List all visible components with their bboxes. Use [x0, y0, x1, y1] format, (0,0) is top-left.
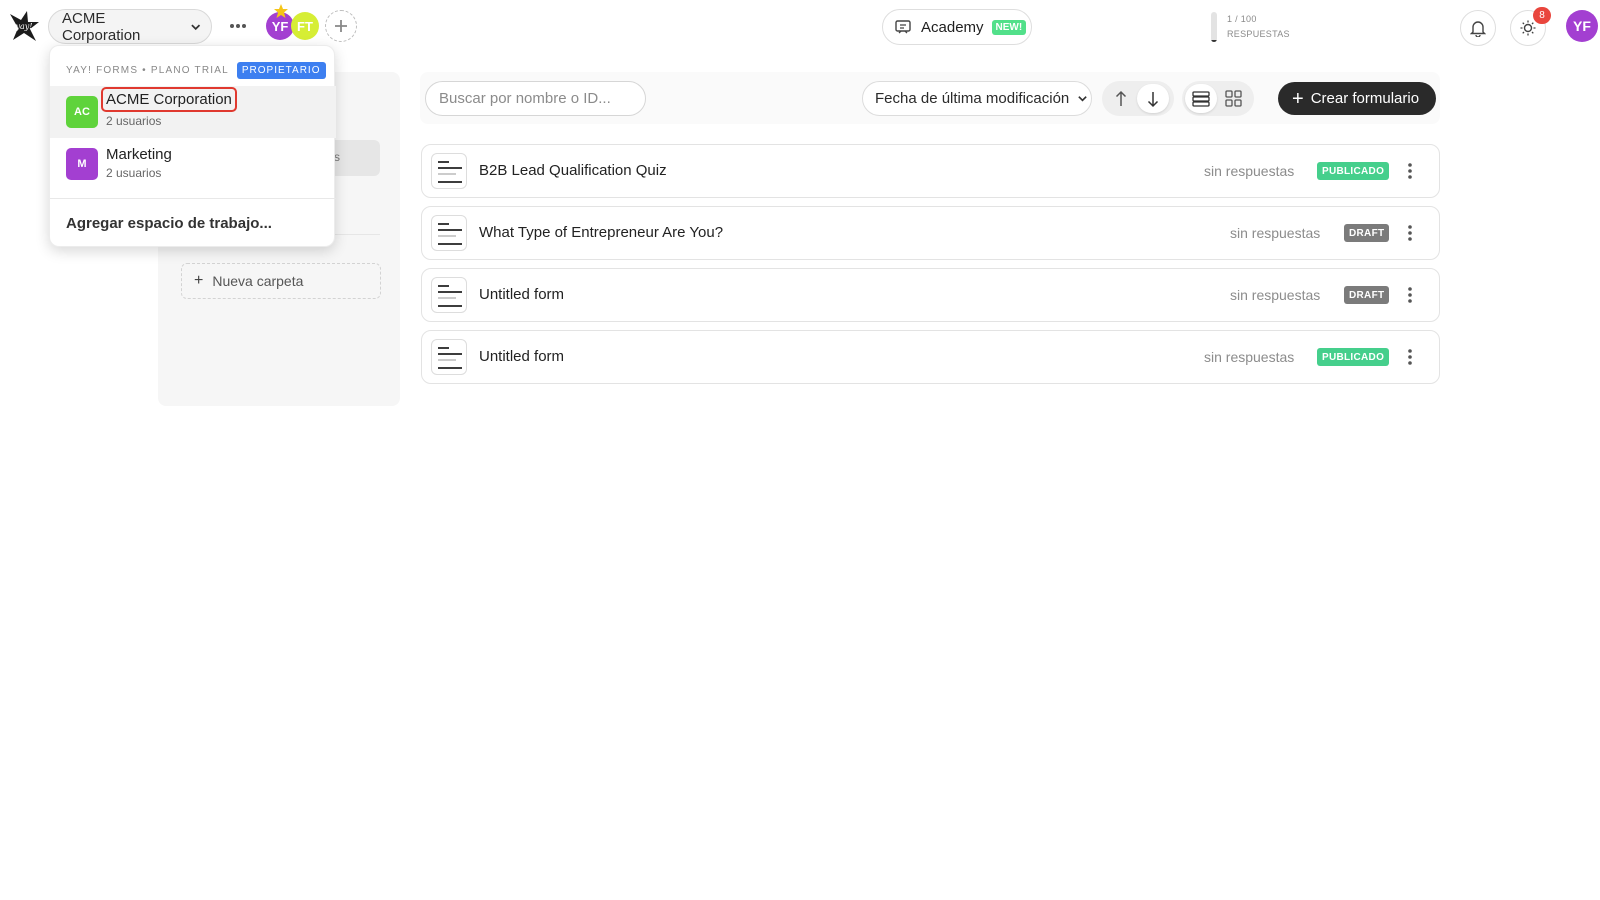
- sort-select[interactable]: Fecha de última modificación: [862, 81, 1092, 116]
- responses-progress-fill: [1211, 40, 1217, 42]
- workspace-name: ACME Corporation: [101, 87, 237, 112]
- invite-member-button[interactable]: [325, 10, 357, 42]
- form-title[interactable]: What Type of Entrepreneur Are You?: [479, 224, 723, 241]
- more-dots-icon: [230, 24, 246, 28]
- form-responses: sin respuestas: [1230, 287, 1321, 303]
- kebab-menu-icon: [1408, 225, 1412, 241]
- notifications-button[interactable]: [1460, 10, 1496, 46]
- add-workspace-button[interactable]: Agregar espacio de trabajo...: [66, 215, 272, 232]
- new-folder-label: Nueva carpeta: [212, 273, 304, 289]
- svg-text:yay!: yay!: [14, 22, 32, 31]
- form-row[interactable]: What Type of Entrepreneur Are You? sin r…: [421, 206, 1440, 260]
- form-responses: sin respuestas: [1204, 163, 1295, 179]
- chevron-down-icon: [1078, 96, 1088, 102]
- kebab-menu-icon: [1408, 163, 1412, 179]
- arrow-down-icon: [1147, 91, 1159, 107]
- bell-icon: [1470, 21, 1486, 37]
- workspace-name: Marketing: [106, 146, 172, 163]
- list-view-icon: [1192, 90, 1210, 107]
- workspace-users: 2 usuarios: [106, 166, 162, 180]
- form-title[interactable]: Untitled form: [479, 348, 564, 365]
- form-title[interactable]: B2B Lead Qualification Quiz: [479, 162, 667, 179]
- form-menu-button[interactable]: [1400, 346, 1420, 368]
- responses-progress-bar: [1211, 12, 1217, 42]
- dropdown-header: YAY! FORMS • PLANO TRIAL PROPIETARIO: [66, 62, 326, 79]
- form-row[interactable]: B2B Lead Qualification Quiz sin respuest…: [421, 144, 1440, 198]
- sort-order-toggle: [1102, 81, 1174, 116]
- create-form-label: Crear formulario: [1310, 90, 1420, 107]
- user-avatar[interactable]: YF: [1566, 10, 1598, 42]
- new-badge: NEW!: [991, 19, 1027, 35]
- chevron-down-icon: [190, 23, 200, 30]
- responses-count: 1 / 100: [1227, 14, 1257, 24]
- form-document-icon: [431, 215, 467, 251]
- form-document-icon: [431, 153, 467, 189]
- responses-counter: 1 / 100 RESPUESTAS: [1211, 12, 1290, 42]
- grid-view-button[interactable]: [1217, 84, 1249, 113]
- form-responses: sin respuestas: [1230, 225, 1321, 241]
- plus-icon: [335, 20, 347, 32]
- workspace-badge: AC: [66, 96, 98, 128]
- create-form-button[interactable]: + Crear formulario: [1278, 82, 1436, 115]
- workspace-dropdown: YAY! FORMS • PLANO TRIAL PROPIETARIO AC …: [49, 45, 336, 247]
- form-title[interactable]: Untitled form: [479, 286, 564, 303]
- form-menu-button[interactable]: [1400, 160, 1420, 182]
- workspace-badge: M: [66, 148, 98, 180]
- academy-button[interactable]: Academy NEW!: [882, 9, 1032, 45]
- status-badge: DRAFT: [1344, 224, 1390, 242]
- status-badge: PUBLICADO: [1317, 162, 1390, 180]
- form-menu-button[interactable]: [1400, 222, 1420, 244]
- form-row[interactable]: Untitled form sin respuestas PUBLICADO: [421, 330, 1440, 384]
- form-row[interactable]: Untitled form sin respuestas DRAFT: [421, 268, 1440, 322]
- kebab-menu-icon: [1408, 349, 1412, 365]
- workspace-item-marketing[interactable]: M Marketing 2 usuarios: [50, 138, 336, 190]
- workspace-item-acme[interactable]: AC ACME Corporation 2 usuarios: [50, 86, 336, 138]
- owner-star-icon: [274, 4, 288, 18]
- workspace-switcher-label: ACME Corporation: [62, 9, 141, 44]
- list-view-button[interactable]: [1185, 84, 1217, 113]
- yayforms-logo-icon[interactable]: yay!: [6, 8, 42, 44]
- workspace-users: 2 usuarios: [106, 114, 162, 128]
- kebab-menu-icon: [1408, 287, 1412, 303]
- plus-icon: +: [1292, 87, 1304, 110]
- role-badge: PROPIETARIO: [236, 62, 326, 79]
- sort-ascending-button[interactable]: [1105, 84, 1137, 113]
- workspace-switcher[interactable]: ACME Corporation: [48, 9, 212, 44]
- status-badge: DRAFT: [1344, 286, 1390, 304]
- view-mode-toggle: [1182, 81, 1254, 116]
- more-options-button[interactable]: [226, 14, 250, 38]
- notification-count-badge: 8: [1533, 7, 1551, 24]
- grid-view-icon: [1224, 90, 1242, 107]
- search-input[interactable]: [425, 81, 646, 116]
- plan-label: YAY! FORMS • PLANO TRIAL: [66, 65, 229, 76]
- dropdown-divider: [50, 198, 336, 199]
- academy-board-icon: [895, 20, 911, 34]
- form-document-icon: [431, 277, 467, 313]
- form-responses: sin respuestas: [1204, 349, 1295, 365]
- new-folder-button[interactable]: + Nueva carpeta: [181, 263, 381, 299]
- member-avatar-ft[interactable]: FT: [291, 12, 319, 40]
- status-badge: PUBLICADO: [1317, 348, 1390, 366]
- form-menu-button[interactable]: [1400, 284, 1420, 306]
- academy-label: Academy: [921, 18, 984, 36]
- arrow-up-icon: [1115, 90, 1127, 106]
- sun-bulb-icon: [1520, 20, 1536, 36]
- form-document-icon: [431, 339, 467, 375]
- sort-descending-button[interactable]: [1137, 84, 1169, 113]
- plus-icon: +: [194, 272, 204, 289]
- sort-select-label: Fecha de última modificación: [875, 90, 1070, 107]
- responses-label: RESPUESTAS: [1227, 29, 1290, 39]
